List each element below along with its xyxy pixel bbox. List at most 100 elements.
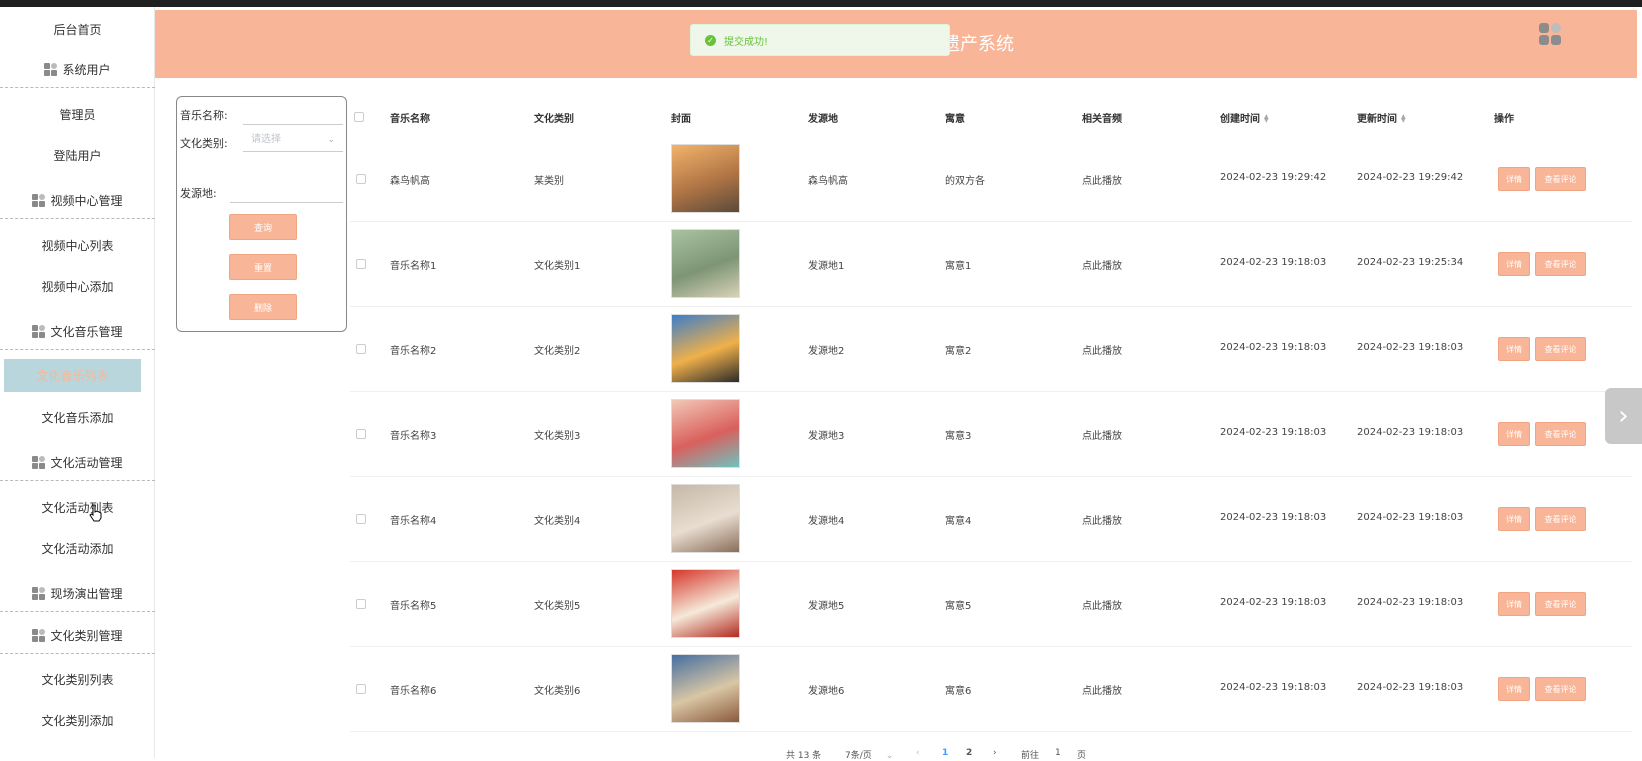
sidebar-group-activity[interactable]: 文化活动管理 — [0, 445, 155, 481]
cell-audio[interactable]: 点此播放 — [1082, 257, 1122, 272]
page-2[interactable]: 2 — [966, 748, 972, 758]
name-label: 音乐名称: — [180, 109, 228, 122]
sort-icon[interactable]: ▲ ▼ — [1401, 114, 1407, 124]
cell-audio[interactable]: 点此播放 — [1082, 597, 1122, 612]
cell-category: 文化类别4 — [534, 516, 581, 527]
cell-created: 2024-02-23 19:18:03 — [1220, 512, 1327, 523]
category-label: 文化类别: — [180, 137, 228, 150]
sidebar-item-video-list[interactable]: 视频中心列表 — [0, 237, 155, 254]
category-select[interactable]: 请选择 ⌄ — [243, 128, 343, 152]
cell-name: 音乐名称3 — [390, 431, 437, 442]
prev-page-icon[interactable]: ‹ — [916, 748, 920, 758]
cover-image — [671, 314, 740, 383]
view-comments-button[interactable]: 查看评论 — [1535, 422, 1586, 446]
sidebar-group-music[interactable]: 文化音乐管理 — [0, 314, 155, 350]
cell-meaning: 寓意4 — [945, 516, 972, 527]
sidebar-group-label: 文化类别管理 — [50, 629, 123, 643]
reset-button[interactable]: 重置 — [229, 254, 297, 280]
cell-name: 音乐名称5 — [390, 601, 437, 612]
row-checkbox[interactable] — [356, 429, 366, 439]
row-checkbox[interactable] — [356, 599, 366, 609]
query-button[interactable]: 查询 — [229, 214, 297, 240]
header-music-name: 音乐名称 — [390, 114, 430, 125]
avatar-icon[interactable] — [1539, 23, 1563, 47]
sidebar-group-performance[interactable]: 现场演出管理 — [0, 576, 155, 612]
cell-audio[interactable]: 点此播放 — [1082, 342, 1122, 357]
cell-audio[interactable]: 点此播放 — [1082, 512, 1122, 527]
header-created[interactable]: 创建时间 ▲ ▼ — [1220, 110, 1270, 126]
hand-cursor-icon — [89, 504, 102, 522]
sidebar-item-users[interactable]: 登陆用户 — [0, 147, 155, 164]
delete-button[interactable]: 删除 — [229, 294, 297, 320]
header-category: 文化类别 — [534, 114, 574, 125]
sidebar-item-admin[interactable]: 管理员 — [0, 106, 155, 123]
detail-button[interactable]: 详情 — [1498, 422, 1530, 446]
row-checkbox[interactable] — [356, 514, 366, 524]
cell-category: 文化类别1 — [534, 261, 581, 272]
page-1[interactable]: 1 — [942, 748, 948, 758]
origin-input[interactable] — [230, 179, 343, 203]
detail-button[interactable]: 详情 — [1498, 507, 1530, 531]
row-checkbox[interactable] — [356, 344, 366, 354]
cell-audio[interactable]: 点此播放 — [1082, 172, 1122, 187]
cell-meaning: 寓意6 — [945, 686, 972, 697]
view-comments-button[interactable]: 查看评论 — [1535, 167, 1586, 191]
row-checkbox[interactable] — [356, 259, 366, 269]
view-comments-button[interactable]: 查看评论 — [1535, 507, 1586, 531]
sidebar-group-video[interactable]: 视频中心管理 — [0, 183, 155, 219]
sidebar-item-category-list[interactable]: 文化类别列表 — [0, 671, 155, 688]
detail-button[interactable]: 详情 — [1498, 677, 1530, 701]
sidebar-item-activity-add[interactable]: 文化活动添加 — [0, 540, 155, 557]
sidebar-item-music-add[interactable]: 文化音乐添加 — [0, 409, 155, 426]
view-comments-button[interactable]: 查看评论 — [1535, 252, 1586, 276]
detail-button[interactable]: 详情 — [1498, 167, 1530, 191]
next-page-icon[interactable]: › — [993, 748, 997, 758]
origin-label: 发源地: — [180, 187, 217, 200]
cell-origin: 发源地4 — [808, 516, 845, 527]
chevron-right-icon[interactable]: › — [1605, 388, 1642, 444]
cell-created: 2024-02-23 19:18:03 — [1220, 342, 1327, 353]
cell-audio[interactable]: 点此播放 — [1082, 427, 1122, 442]
sidebar-item-category-add[interactable]: 文化类别添加 — [0, 712, 155, 729]
check-circle-icon: ✓ — [705, 34, 716, 46]
header-meaning: 寓意 — [945, 114, 965, 125]
cell-updated: 2024-02-23 19:18:03 — [1357, 597, 1464, 608]
pagination-total: 共 13 条 — [786, 751, 822, 761]
sidebar-group-category[interactable]: 文化类别管理 — [0, 618, 155, 654]
view-comments-button[interactable]: 查看评论 — [1535, 592, 1586, 616]
cell-name: 音乐名称1 — [390, 261, 437, 272]
cell-audio[interactable]: 点此播放 — [1082, 682, 1122, 697]
detail-button[interactable]: 详情 — [1498, 337, 1530, 361]
sidebar-item-music-list[interactable]: 文化音乐列表 — [4, 359, 141, 392]
cell-origin: 发源地5 — [808, 601, 845, 612]
row-checkbox[interactable] — [356, 684, 366, 694]
detail-button[interactable]: 详情 — [1498, 592, 1530, 616]
cell-updated: 2024-02-23 19:18:03 — [1357, 342, 1464, 353]
page-size-select[interactable]: 7条/页 ⌄ — [845, 748, 893, 761]
goto-input[interactable]: 1 — [1055, 748, 1061, 758]
select-all-checkbox[interactable] — [354, 112, 364, 122]
header-audio: 相关音频 — [1082, 114, 1122, 125]
sort-icon[interactable]: ▲ ▼ — [1264, 114, 1270, 124]
view-comments-button[interactable]: 查看评论 — [1535, 677, 1586, 701]
cell-meaning: 的双方各 — [945, 176, 985, 187]
detail-button[interactable]: 详情 — [1498, 252, 1530, 276]
sidebar-group-label: 系统用户 — [62, 63, 111, 77]
sidebar-group-system-users[interactable]: 系统用户 — [0, 52, 155, 88]
name-input[interactable] — [243, 101, 343, 125]
row-checkbox[interactable] — [356, 174, 366, 184]
cell-category: 文化类别5 — [534, 601, 581, 612]
header-updated[interactable]: 更新时间 ▲ ▼ — [1357, 110, 1407, 126]
sidebar-item-activity-list[interactable]: 文化活动列表 — [0, 499, 155, 516]
cell-meaning: 寓意5 — [945, 601, 972, 612]
cover-image — [671, 484, 740, 553]
view-comments-button[interactable]: 查看评论 — [1535, 337, 1586, 361]
sidebar-item-home[interactable]: 后台首页 — [0, 21, 155, 38]
cell-origin: 森鸟帆高 — [808, 176, 848, 187]
sidebar-item-video-add[interactable]: 视频中心添加 — [0, 278, 155, 295]
page-size-value: 7条/页 — [845, 751, 872, 761]
row-divider — [350, 306, 1632, 307]
cell-updated: 2024-02-23 19:29:42 — [1357, 172, 1464, 183]
cell-created: 2024-02-23 19:18:03 — [1220, 257, 1327, 268]
success-toast: ✓ 提交成功! — [690, 24, 950, 56]
